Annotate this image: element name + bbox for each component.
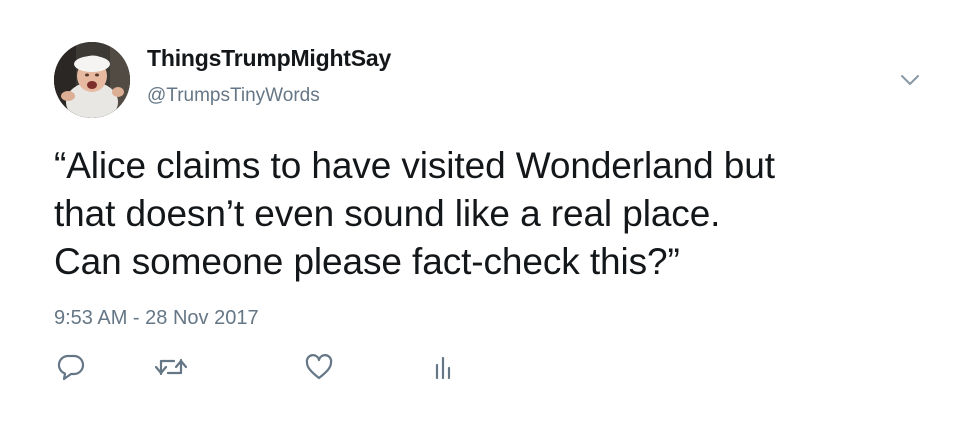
tweet-actions bbox=[56, 352, 476, 386]
author-handle[interactable]: @TrumpsTinyWords bbox=[147, 85, 320, 107]
retweet-icon bbox=[154, 358, 188, 376]
analytics-button[interactable] bbox=[428, 352, 458, 382]
analytics-icon bbox=[435, 356, 451, 380]
tweet-text: “Alice claims to have visited Wonderland… bbox=[54, 145, 775, 282]
author-display-name[interactable]: ThingsTrumpMightSay bbox=[147, 45, 391, 72]
heart-icon bbox=[305, 354, 333, 380]
avatar[interactable] bbox=[54, 42, 130, 118]
chevron-down-icon[interactable] bbox=[896, 66, 924, 94]
reply-icon bbox=[57, 354, 85, 381]
reply-button[interactable] bbox=[56, 352, 86, 382]
tweet-card: ThingsTrumpMightSay @TrumpsTinyWords “Al… bbox=[0, 0, 980, 428]
retweet-button[interactable] bbox=[152, 352, 190, 382]
avatar-image bbox=[54, 42, 130, 118]
like-button[interactable] bbox=[304, 352, 334, 382]
tweet-timestamp[interactable]: 9:53 AM - 28 Nov 2017 bbox=[54, 307, 259, 330]
